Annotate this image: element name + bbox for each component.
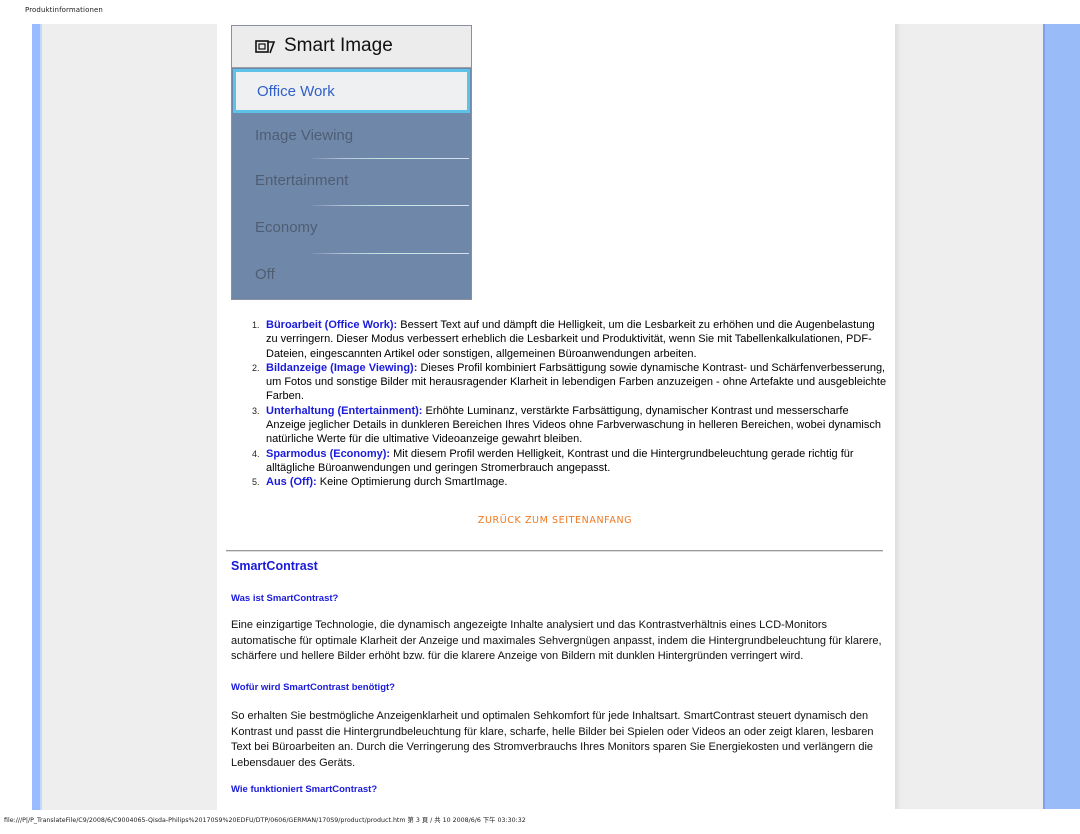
smart-image-menu-image: Smart Image Office Work Image Viewing En…	[231, 25, 472, 300]
smart-image-option-off: Off	[232, 254, 471, 300]
option-label: Entertainment	[255, 172, 349, 189]
menu-separator	[312, 205, 469, 206]
mode-term: Büroarbeit (Office Work):	[266, 319, 398, 331]
list-number: 4.	[252, 448, 260, 459]
list-item: 4. Sparmodus (Economy): Mit diesem Profil…	[248, 447, 888, 476]
left-sidebar	[32, 24, 217, 810]
list-item: 1. Büroarbeit (Office Work): Bessert Text…	[248, 318, 888, 361]
smart-image-modes-list: 1. Büroarbeit (Office Work): Bessert Text…	[248, 318, 888, 490]
left-sidebar-stripe-highlight	[40, 24, 42, 810]
list-number: 1.	[252, 320, 260, 330]
list-number: 3.	[252, 405, 260, 416]
question-heading: Wie funktioniert SmartContrast?	[231, 784, 378, 795]
mode-term: Aus (Off):	[266, 476, 317, 489]
option-label: Office Work	[257, 83, 335, 100]
smart-image-menu-title: Smart Image	[284, 35, 393, 56]
smart-image-menu-header: Smart Image	[232, 26, 471, 68]
option-label: Economy	[255, 219, 318, 236]
mode-term: Bildanzeige (Image Viewing):	[266, 361, 418, 374]
back-to-top-link[interactable]: ZURÜCK ZUM SEITENANFANG	[220, 515, 890, 526]
mode-term: Unterhaltung (Entertainment):	[266, 404, 423, 417]
mode-term: Sparmodus (Economy):	[266, 447, 391, 460]
right-sidebar	[895, 24, 1043, 809]
print-footer: file:///P|/P_TranslateFile/C9/2008/6/C90…	[4, 817, 526, 824]
paragraph: Eine einzigartige Technologie, die dynam…	[231, 619, 882, 662]
smart-image-option-office-work: Office Work	[233, 69, 470, 113]
list-item: 3. Unterhaltung (Entertainment): Erhöhte …	[248, 404, 888, 447]
list-item: 2. Bildanzeige (Image Viewing): Dieses Pr…	[248, 361, 888, 404]
smart-image-option-image-viewing: Image Viewing	[232, 115, 471, 161]
list-number: 2.	[252, 362, 260, 373]
question-heading: Was ist SmartContrast?	[231, 593, 339, 604]
smart-image-icon	[255, 40, 275, 54]
smart-image-option-economy: Economy	[232, 207, 471, 253]
option-label: Image Viewing	[255, 127, 354, 144]
menu-separator	[312, 158, 469, 159]
section-divider	[226, 550, 883, 552]
page-header-label: Produktinformationen	[25, 6, 103, 14]
question-heading: Wofür wird SmartContrast benötigt?	[231, 682, 395, 693]
mode-description: Keine Optimierung durch SmartImage.	[316, 476, 508, 489]
paragraph: So erhalten Sie bestmögliche Anzeigenkla…	[231, 710, 874, 769]
smart-image-option-entertainment: Entertainment	[232, 160, 471, 206]
right-sidebar-stripe	[1043, 24, 1080, 809]
section-title: SmartContrast	[231, 559, 318, 573]
list-number: 5.	[252, 477, 260, 488]
list-item: 5. Aus (Off): Keine Optimierung durch Sma…	[248, 475, 888, 489]
option-label: Off	[255, 266, 275, 283]
